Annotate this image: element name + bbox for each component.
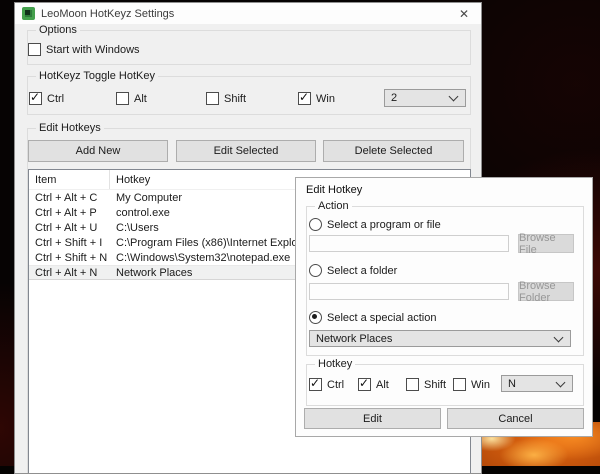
item-cell: Ctrl + Shift + I <box>35 236 103 249</box>
dialog-ctrl-label: Ctrl <box>327 378 345 391</box>
chevron-down-icon <box>553 332 564 342</box>
program-radio-row: Select a program or file <box>309 218 441 231</box>
edit-selected-button[interactable]: Edit Selected <box>176 140 316 162</box>
app-icon <box>22 7 35 20</box>
dialog-key-combobox[interactable]: N <box>501 375 573 392</box>
add-new-button[interactable]: Add New <box>28 140 168 162</box>
hotkey-cell: control.exe <box>116 206 170 219</box>
hotkey-cell: Network Places <box>116 266 193 279</box>
window-title: LeoMoon HotKeyz Settings <box>41 7 175 20</box>
column-header-item[interactable]: Item <box>29 170 110 189</box>
cancel-button[interactable]: Cancel <box>447 408 584 429</box>
hotkey-cell: My Computer <box>116 191 183 204</box>
toggle-ctrl-label: Ctrl <box>47 92 65 105</box>
folder-radio-label: Select a folder <box>327 264 398 277</box>
special-radio-row: Select a special action <box>309 311 436 324</box>
program-radio-label: Select a program or file <box>327 218 441 231</box>
item-cell: Ctrl + Alt + N <box>35 266 98 279</box>
dialog-ctrl-row: Ctrl <box>309 376 345 391</box>
dialog-title: Edit Hotkey <box>306 184 363 196</box>
special-action-value: Network Places <box>316 332 393 345</box>
program-file-input[interactable] <box>309 235 509 252</box>
hotkey-cell: C:\Windows\System32\notepad.exe <box>116 251 291 264</box>
toggle-alt-label: Alt <box>134 92 147 105</box>
dialog-shift-row: Shift <box>406 378 446 391</box>
toggle-shift-label: Shift <box>224 92 247 105</box>
dialog-shift-checkbox[interactable] <box>406 378 419 391</box>
dialog-shift-label: Shift <box>424 378 447 391</box>
toggle-win-checkbox[interactable] <box>298 90 311 105</box>
toggle-alt-row: Alt <box>116 92 147 105</box>
item-cell: Ctrl + Alt + C <box>35 191 98 204</box>
special-radio-label: Select a special action <box>327 311 437 324</box>
action-group-label: Action <box>315 200 352 212</box>
chevron-down-icon <box>448 91 459 102</box>
item-cell: Ctrl + Alt + U <box>35 221 98 234</box>
special-action-combobox[interactable]: Network Places <box>309 330 571 347</box>
start-with-windows-label: Start with Windows <box>46 43 140 56</box>
hotkey-cell: C:\Users <box>116 221 159 234</box>
toggle-shift-checkbox[interactable] <box>206 92 219 105</box>
start-with-windows-row: Start with Windows <box>28 43 140 56</box>
dialog-win-checkbox[interactable] <box>453 378 466 391</box>
toggle-win-label: Win <box>316 92 335 105</box>
toggle-hotkey-group-label: HotKeyz Toggle HotKey <box>36 70 158 82</box>
special-action-radio[interactable] <box>309 311 322 324</box>
folder-radio[interactable] <box>309 264 322 277</box>
folder-input[interactable] <box>309 283 509 300</box>
start-with-windows-checkbox[interactable] <box>28 43 41 56</box>
item-cell: Ctrl + Shift + N <box>35 251 108 264</box>
dialog-alt-checkbox[interactable] <box>358 376 371 391</box>
browse-folder-button[interactable]: Browse Folder <box>518 280 574 304</box>
delete-selected-button[interactable]: Delete Selected <box>323 140 464 162</box>
close-icon[interactable]: ✕ <box>447 3 481 24</box>
toggle-ctrl-row: Ctrl <box>29 90 65 105</box>
edit-button[interactable]: Edit <box>304 408 441 429</box>
dialog-key-value: N <box>508 377 516 390</box>
browse-file-button[interactable]: Browse File <box>518 232 574 256</box>
program-radio[interactable] <box>309 218 322 231</box>
toggle-key-value: 2 <box>391 92 398 104</box>
title-bar: LeoMoon HotKeyz Settings <box>15 3 481 24</box>
toggle-alt-checkbox[interactable] <box>116 92 129 105</box>
dialog-alt-row: Alt <box>358 376 389 391</box>
options-group-label: Options <box>36 24 80 36</box>
chevron-down-icon <box>555 377 566 387</box>
dialog-hotkey-group-label: Hotkey <box>315 358 356 370</box>
edit-hotkeys-group-label: Edit Hotkeys <box>36 122 104 134</box>
column-header-hotkey[interactable]: Hotkey <box>110 170 150 189</box>
toggle-key-combobox[interactable]: 2 <box>384 89 466 107</box>
dialog-win-label: Win <box>471 378 490 391</box>
folder-radio-row: Select a folder <box>309 264 397 277</box>
dialog-alt-label: Alt <box>376 378 389 391</box>
toggle-ctrl-checkbox[interactable] <box>29 90 42 105</box>
toggle-win-row: Win <box>298 90 335 105</box>
dialog-ctrl-checkbox[interactable] <box>309 376 322 391</box>
dialog-win-row: Win <box>453 378 490 391</box>
item-cell: Ctrl + Alt + P <box>35 206 97 219</box>
edit-hotkey-dialog: Edit Hotkey Action Select a program or f… <box>295 177 593 437</box>
toggle-shift-row: Shift <box>206 92 246 105</box>
